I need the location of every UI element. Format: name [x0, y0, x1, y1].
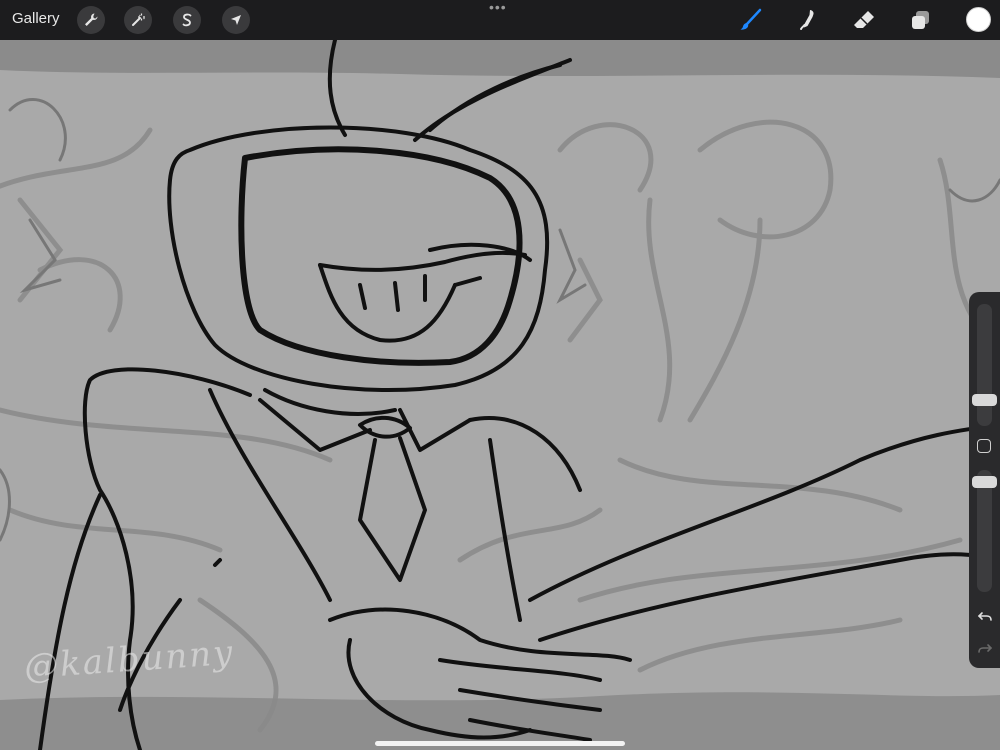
eraser-icon — [854, 11, 874, 28]
adjustments-button[interactable] — [124, 6, 152, 34]
eraser-button[interactable] — [849, 5, 879, 35]
drawing-canvas[interactable]: @kalbunny — [0, 40, 1000, 750]
more-options-icon[interactable]: ••• — [489, 0, 507, 14]
modify-square-icon[interactable] — [977, 439, 991, 453]
brush-opacity-thumb[interactable] — [972, 476, 997, 488]
brush-size-slider[interactable] — [972, 304, 997, 426]
wrench-icon — [85, 13, 98, 26]
arrow-cursor-icon — [231, 15, 241, 25]
top-toolbar: Gallery ••• — [0, 0, 1000, 40]
layers-button[interactable] — [906, 5, 936, 35]
magic-wand-icon — [132, 13, 145, 26]
brush-size-thumb[interactable] — [972, 394, 997, 406]
undo-button[interactable] — [976, 608, 994, 626]
redo-icon — [978, 644, 993, 653]
color-swatch[interactable] — [966, 7, 991, 32]
smudge-icon — [800, 10, 814, 30]
brush-button[interactable] — [736, 5, 766, 35]
layers-icon — [912, 11, 929, 29]
brush-sidebar — [969, 292, 1000, 668]
redo-button[interactable] — [976, 640, 994, 658]
selection-button[interactable] — [173, 6, 201, 34]
smudge-button[interactable] — [792, 5, 822, 35]
gallery-button[interactable]: Gallery — [12, 9, 60, 29]
selection-s-icon — [182, 13, 192, 27]
transform-button[interactable] — [222, 6, 250, 34]
home-indicator[interactable] — [375, 741, 625, 746]
brush-opacity-slider[interactable] — [972, 470, 997, 592]
actions-button[interactable] — [77, 6, 105, 34]
brush-icon — [740, 8, 762, 30]
undo-icon — [977, 612, 992, 621]
